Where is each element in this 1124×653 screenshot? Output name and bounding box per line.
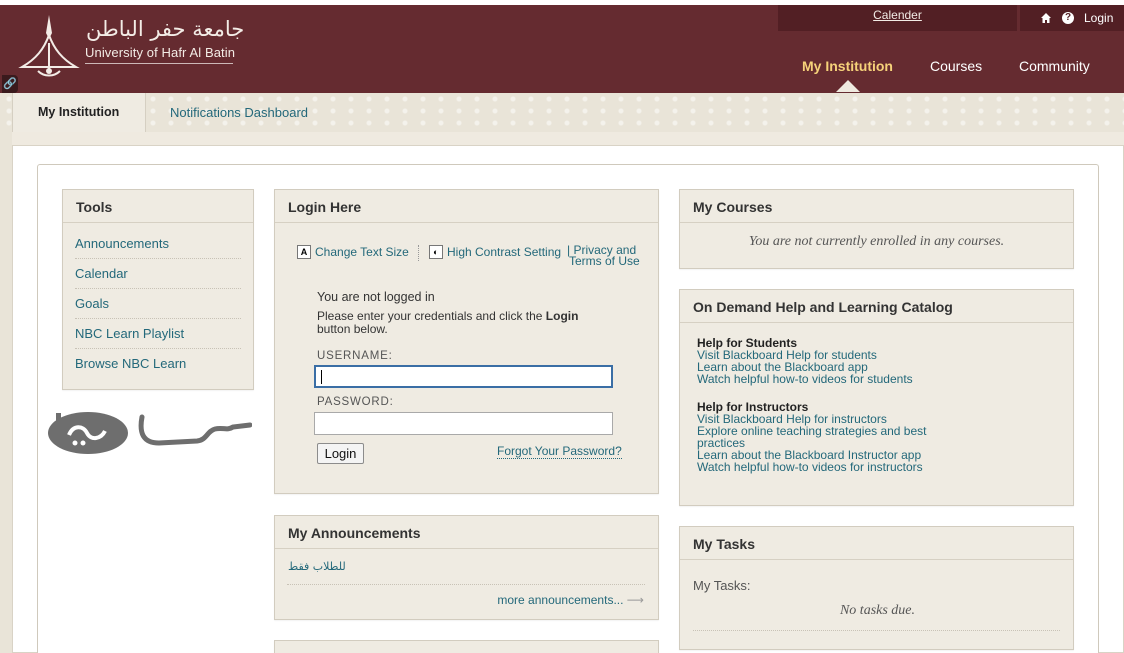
login-module: Login Here A Change Text Size ◐ High Con… bbox=[274, 189, 659, 494]
list-item: Goals bbox=[75, 289, 241, 319]
calender-link[interactable]: Calender bbox=[873, 8, 922, 22]
tools-list: Announcements Calendar Goals NBC Learn P… bbox=[63, 223, 253, 379]
calligraphy-image bbox=[48, 412, 252, 454]
login-link[interactable]: Login bbox=[1084, 11, 1113, 25]
my-tasks-title: My Tasks bbox=[680, 527, 1073, 560]
my-tasks-module: My Tasks My Tasks: No tasks due. bbox=[679, 526, 1074, 650]
active-tab-indicator bbox=[836, 80, 860, 92]
instructions-pre: Please enter your credentials and click … bbox=[317, 309, 546, 323]
login-instructions: You are not logged in Please enter your … bbox=[317, 290, 617, 336]
login-title: Login Here bbox=[275, 190, 658, 223]
forgot-password-link[interactable]: Forgot Your Password? bbox=[497, 444, 622, 459]
tools-divider bbox=[418, 245, 419, 261]
link-icon[interactable]: 🔗 bbox=[2, 75, 18, 93]
list-item: Browse NBC Learn bbox=[75, 349, 241, 379]
contrast-icon: ◐ bbox=[429, 245, 443, 259]
username-label: USERNAME: bbox=[317, 350, 393, 362]
subnav-my-institution[interactable]: My Institution bbox=[38, 105, 119, 119]
list-item: Announcements bbox=[75, 229, 241, 259]
main-nav: My Institution Courses Community bbox=[0, 58, 1124, 78]
left-gutter bbox=[0, 132, 12, 653]
more-announcements-label: more announcements... bbox=[497, 593, 624, 607]
list-item: NBC Learn Playlist bbox=[75, 319, 241, 349]
instructions-bold: Login bbox=[545, 309, 579, 323]
tools-module: Tools Announcements Calendar Goals NBC L… bbox=[62, 189, 254, 390]
announcements-title: My Announcements bbox=[275, 516, 658, 549]
home-icon[interactable] bbox=[1040, 12, 1052, 24]
my-tasks-label: My Tasks: bbox=[693, 578, 751, 593]
change-text-size-link[interactable]: Change Text Size bbox=[315, 245, 409, 259]
my-courses-module: My Courses You are not currently enrolle… bbox=[679, 189, 1074, 269]
terms-link[interactable]: Terms of Use bbox=[567, 255, 640, 267]
help-catalog-body: Help for Students Visit Blackboard Help … bbox=[680, 323, 1073, 473]
instructors-strategies-link[interactable]: Explore online teaching strategies and b… bbox=[697, 425, 927, 449]
text-caret bbox=[321, 370, 322, 384]
tab-community[interactable]: Community bbox=[1019, 58, 1090, 74]
announcements-module: My Announcements للطلاب فقط more announc… bbox=[274, 515, 659, 620]
username-field[interactable] bbox=[314, 365, 613, 388]
tool-announcements-link[interactable]: Announcements bbox=[75, 236, 169, 251]
tab-my-institution[interactable]: My Institution bbox=[802, 58, 893, 74]
arrow-right-icon: ⟶ bbox=[626, 593, 644, 607]
password-field[interactable] bbox=[314, 412, 613, 435]
tool-nbc-playlist-link[interactable]: NBC Learn Playlist bbox=[75, 326, 184, 341]
password-label: PASSWORD: bbox=[317, 396, 394, 408]
tasks-divider bbox=[693, 630, 1060, 631]
students-videos-link[interactable]: Watch helpful how-to videos for students bbox=[697, 373, 1073, 385]
login-button[interactable]: Login bbox=[317, 443, 364, 464]
high-contrast-link[interactable]: High Contrast Setting bbox=[447, 245, 561, 259]
no-courses-note: You are not currently enrolled in any co… bbox=[748, 234, 1005, 249]
subnav-pattern bbox=[0, 93, 1124, 132]
list-item: Calendar bbox=[75, 259, 241, 289]
tool-calendar-link[interactable]: Calendar bbox=[75, 266, 128, 281]
tools-title: Tools bbox=[63, 190, 253, 223]
credentials-instructions: Please enter your credentials and click … bbox=[317, 310, 617, 336]
help-catalog-title: On Demand Help and Learning Catalog bbox=[680, 290, 1073, 323]
change-text-size-control[interactable]: A Change Text Size bbox=[297, 245, 409, 259]
help-catalog-module: On Demand Help and Learning Catalog Help… bbox=[679, 289, 1074, 506]
high-contrast-control[interactable]: ◐ High Contrast Setting bbox=[429, 245, 561, 259]
sub-navigation: My Institution Notifications Dashboard bbox=[0, 93, 1124, 132]
subnav-notifications-dashboard[interactable]: Notifications Dashboard bbox=[170, 105, 308, 120]
more-announcements-link[interactable]: more announcements... ⟶ bbox=[497, 593, 644, 607]
utility-bar: ? Login bbox=[1020, 5, 1124, 31]
instructors-videos-link[interactable]: Watch helpful how-to videos for instruct… bbox=[697, 461, 1073, 473]
text-size-icon: A bbox=[297, 245, 311, 259]
tab-courses[interactable]: Courses bbox=[930, 58, 982, 74]
next-module bbox=[274, 640, 659, 653]
accessibility-tools: A Change Text Size ◐ High Contrast Setti… bbox=[297, 244, 642, 271]
privacy-terms-control[interactable]: | Privacy and Terms of Use bbox=[567, 244, 640, 267]
calender-bar: Calender bbox=[778, 5, 1017, 31]
no-tasks-note: No tasks due. bbox=[839, 603, 916, 618]
site-header: جامعة حفر الباطن University of Hafr Al B… bbox=[0, 5, 1124, 93]
tool-goals-link[interactable]: Goals bbox=[75, 296, 109, 311]
logo-arabic-text: جامعة حفر الباطن bbox=[86, 17, 245, 41]
not-logged-in-text: You are not logged in bbox=[317, 290, 435, 304]
tool-browse-nbc-link[interactable]: Browse NBC Learn bbox=[75, 356, 186, 371]
announcements-divider bbox=[287, 584, 645, 585]
announcement-item-link[interactable]: للطلاب فقط bbox=[288, 560, 346, 573]
help-icon[interactable]: ? bbox=[1062, 12, 1074, 24]
my-courses-title: My Courses bbox=[680, 190, 1073, 223]
instructions-post: button below. bbox=[317, 322, 388, 336]
